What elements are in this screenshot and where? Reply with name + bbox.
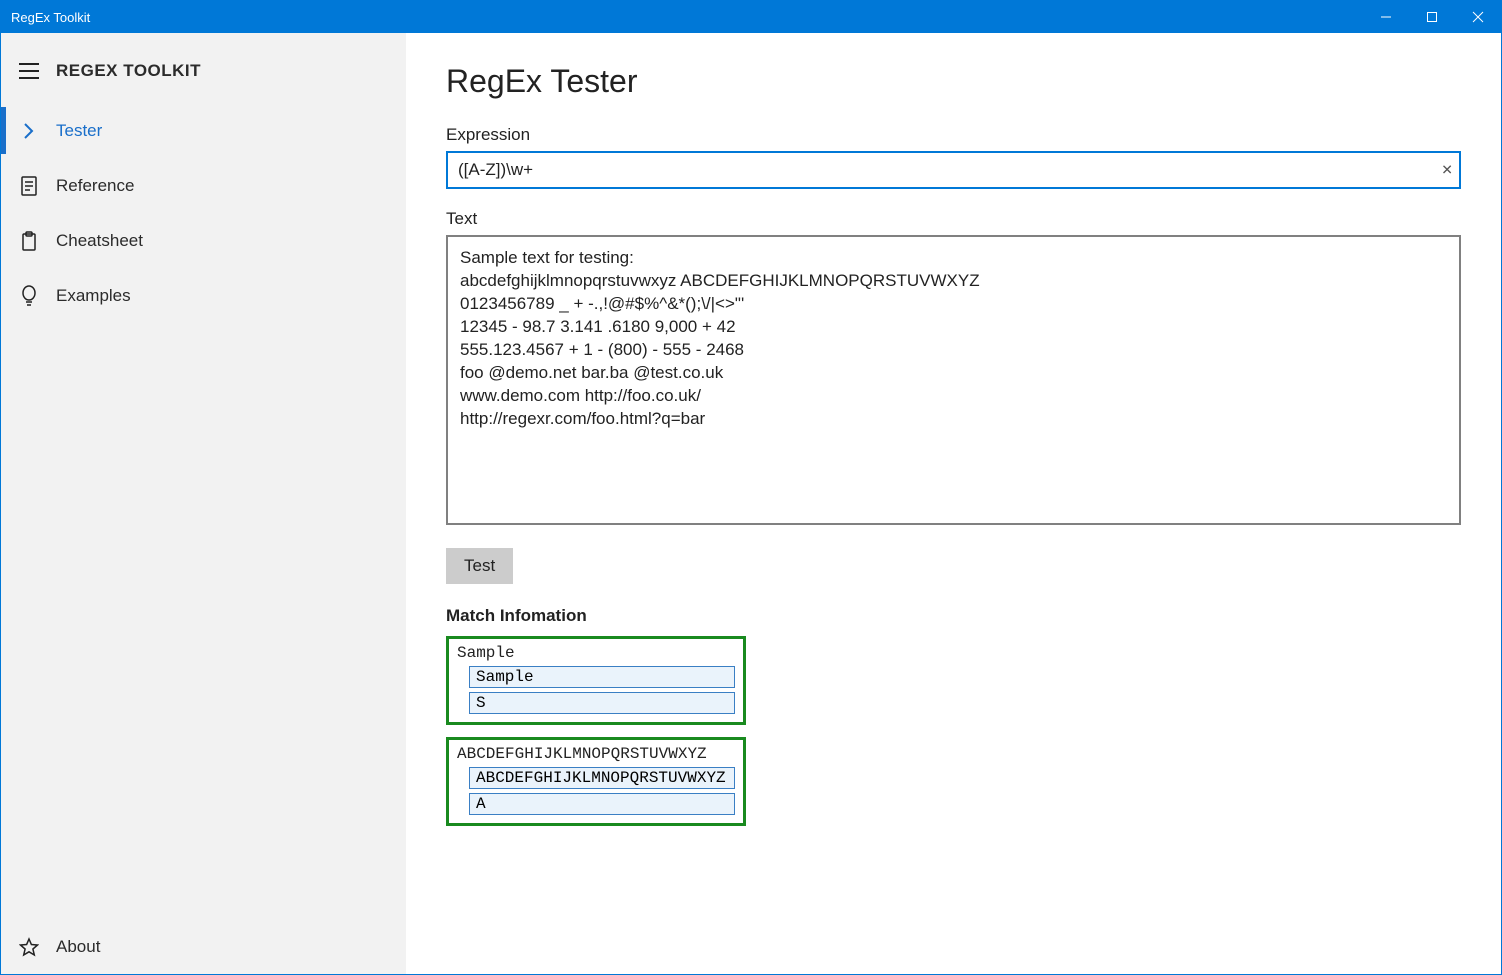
match-group: A (469, 793, 735, 815)
match-box: ABCDEFGHIJKLMNOPQRSTUVWXYZ ABCDEFGHIJKLMN… (446, 737, 746, 826)
title-bar: RegEx Toolkit (1, 1, 1501, 33)
match-text: Sample (457, 644, 735, 662)
text-input[interactable] (446, 235, 1461, 525)
maximize-button[interactable] (1409, 1, 1455, 33)
match-text: ABCDEFGHIJKLMNOPQRSTUVWXYZ (457, 745, 735, 763)
minimize-button[interactable] (1363, 1, 1409, 33)
sidebar-item-reference[interactable]: Reference (1, 158, 406, 213)
sidebar-item-examples[interactable]: Examples (1, 268, 406, 323)
expression-label: Expression (446, 125, 1461, 145)
clear-icon[interactable]: ✕ (1441, 162, 1453, 179)
sidebar-item-cheatsheet[interactable]: Cheatsheet (1, 213, 406, 268)
document-icon (1, 176, 56, 196)
star-icon (1, 937, 56, 957)
match-group: S (469, 692, 735, 714)
hamburger-icon (19, 63, 39, 79)
match-info-title: Match Infomation (446, 606, 1461, 626)
main-content: RegEx Tester Expression ✕ Text Test Matc… (406, 33, 1501, 974)
close-button[interactable] (1455, 1, 1501, 33)
chevron-right-icon (1, 122, 56, 140)
page-title: RegEx Tester (446, 63, 1461, 100)
sidebar-title: REGEX TOOLKIT (56, 61, 201, 81)
sidebar-header: REGEX TOOLKIT (1, 43, 406, 98)
sidebar-item-label: Reference (56, 176, 134, 196)
expression-input[interactable] (446, 151, 1461, 189)
sidebar-item-label: Cheatsheet (56, 231, 143, 251)
test-button[interactable]: Test (446, 548, 513, 584)
sidebar-item-label: Examples (56, 286, 131, 306)
sidebar: REGEX TOOLKIT Tester Reference Cheatshee… (1, 33, 406, 974)
sidebar-item-about[interactable]: About (1, 919, 406, 974)
match-group: ABCDEFGHIJKLMNOPQRSTUVWXYZ (469, 767, 735, 789)
match-group: Sample (469, 666, 735, 688)
match-box: Sample Sample S (446, 636, 746, 725)
window-title: RegEx Toolkit (1, 10, 90, 25)
hamburger-button[interactable] (1, 63, 56, 79)
nav-list: Tester Reference Cheatsheet Examples (1, 103, 406, 919)
window-controls (1363, 1, 1501, 33)
match-list: SampleSampleSABCDEFGHIJKLMNOPQRSTUVWXYZA… (446, 636, 1461, 838)
lightbulb-icon (1, 285, 56, 307)
clipboard-icon (1, 231, 56, 251)
sidebar-item-tester[interactable]: Tester (1, 103, 406, 158)
sidebar-item-label: Tester (56, 121, 102, 141)
sidebar-item-label: About (56, 937, 100, 957)
text-label: Text (446, 209, 1461, 229)
